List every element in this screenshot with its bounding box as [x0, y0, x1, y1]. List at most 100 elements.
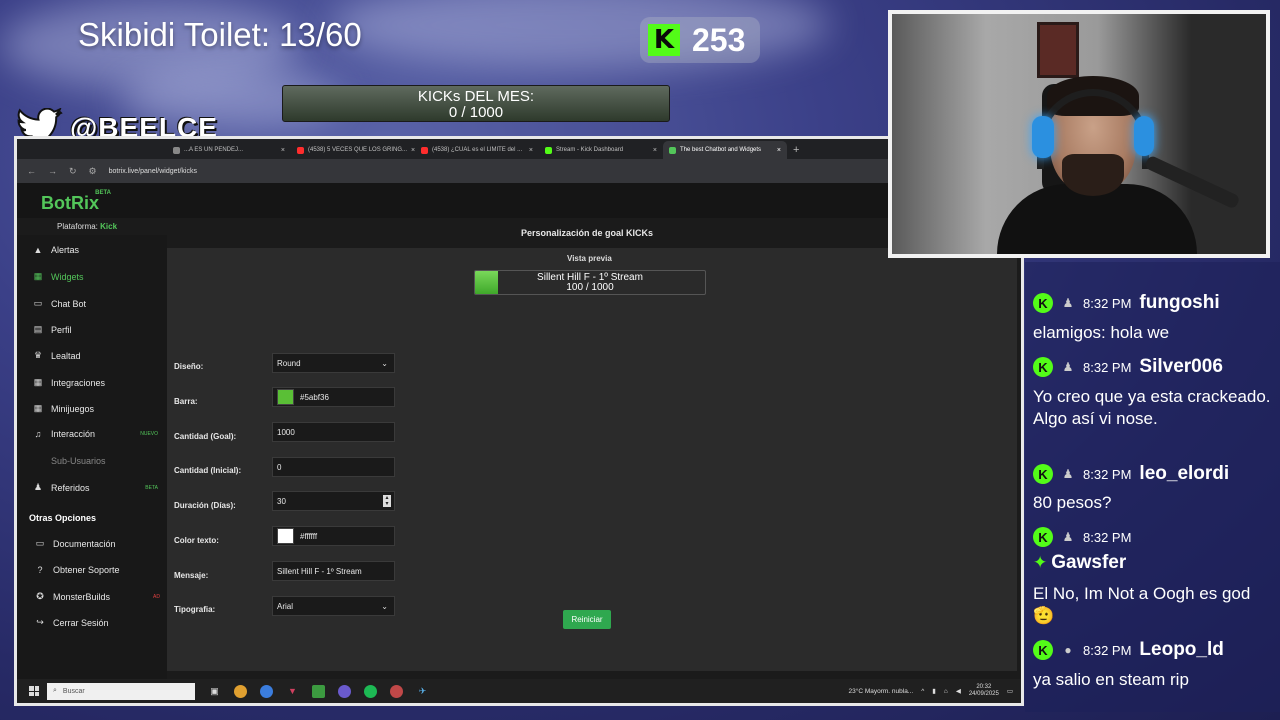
chat-username[interactable]: fungoshi	[1139, 292, 1219, 314]
sparkle-icon: ✦	[1033, 553, 1048, 572]
sidebar-item-soporte[interactable]: ? Obtener Soporte	[35, 565, 160, 575]
kick-badge-icon: K	[1033, 293, 1053, 313]
chat-username[interactable]: Silver006	[1139, 356, 1222, 378]
alert-icon: ▲	[33, 245, 43, 255]
close-icon[interactable]: ×	[529, 147, 533, 154]
mic-icon[interactable]: ▮	[932, 687, 936, 695]
stream-chat: K ♟ 8:32 PM fungoshi elamigos: hola we K…	[1025, 262, 1280, 712]
sidebar-item-documentacion[interactable]: ▭ Documentación	[35, 538, 160, 549]
music-note-icon: ♫	[34, 429, 42, 439]
close-icon[interactable]: ×	[281, 147, 285, 154]
task-view-icon[interactable]: ▣	[208, 685, 221, 698]
browser-tab[interactable]: ...A ES UN PENDEJ... ×	[167, 141, 291, 159]
design-select[interactable]: Round ⌄	[272, 353, 395, 373]
browser-tab-active[interactable]: The best Chatbot and Widgets ×	[663, 141, 787, 159]
sidebar-item-integraciones[interactable]: ▦ Integraciones	[33, 377, 158, 388]
notifications-icon[interactable]: ▭	[1007, 687, 1013, 695]
number-stepper-icon[interactable]: ▴ ▾	[383, 495, 391, 507]
chat-icon: ▭	[33, 298, 43, 308]
stream-counter-title: Skibidi Toilet: 13/60	[78, 16, 362, 53]
chat-username[interactable]: Gawsfer	[1051, 552, 1126, 573]
duration-input[interactable]: 30 ▴ ▾	[272, 491, 395, 511]
user-icon: ♟	[1062, 296, 1074, 310]
kick-logo-icon: K	[648, 24, 680, 56]
initial-amount-input[interactable]: 0	[272, 457, 395, 477]
volume-icon[interactable]: ◀	[956, 687, 961, 695]
design-label: Diseño:	[174, 362, 204, 371]
streamer-webcam	[888, 10, 1270, 258]
text-color-label: Color texto:	[174, 536, 219, 545]
windows-taskbar: ⌕ Buscar ▣ ▼ ✈ 23°C Mayorm. nubla... ^ ▮ …	[17, 679, 1021, 703]
logout-icon: ↪	[36, 617, 44, 627]
goal-title: KICKs DEL MES:	[417, 88, 535, 105]
windows-start-icon[interactable]	[29, 686, 39, 696]
sidebar-item-widgets[interactable]: ▦ Widgets	[33, 271, 158, 282]
obs-icon[interactable]	[390, 684, 403, 698]
youtube-favicon-icon	[297, 146, 304, 154]
message-label: Mensaje:	[174, 571, 209, 580]
close-icon[interactable]: ×	[777, 147, 781, 154]
sidebar-item-minijuegos[interactable]: ▦ Minijuegos	[33, 403, 158, 414]
bar-color-field[interactable]: #5abf36	[272, 387, 395, 407]
trophy-icon: ♛	[33, 350, 43, 360]
weather-widget[interactable]: 23°C Mayorm. nubla...	[848, 688, 913, 695]
goal-amount-input[interactable]: 1000	[272, 422, 395, 442]
sidebar-item-interaccion[interactable]: ♫ Interacción NUEVO	[33, 429, 158, 439]
font-label: Tipografia:	[174, 605, 216, 614]
chrome-icon[interactable]	[234, 684, 247, 698]
sidebar-item-lealtad[interactable]: ♛ Lealtad	[33, 350, 158, 361]
back-icon[interactable]: ←	[27, 166, 36, 176]
kick-favicon-icon	[545, 146, 552, 154]
sidebar-item-chat-bot[interactable]: ▭ Chat Bot	[33, 298, 158, 309]
text-color-swatch[interactable]	[277, 528, 294, 544]
close-icon[interactable]: ×	[653, 147, 657, 154]
reload-icon[interactable]: ↻	[69, 166, 77, 177]
message-input[interactable]: Sillent Hill F - 1º Stream	[272, 561, 395, 581]
taskbar-search[interactable]: ⌕ Buscar	[47, 682, 195, 700]
reset-button[interactable]: Reiniciar	[563, 610, 611, 629]
new-tab-button[interactable]: +	[793, 141, 799, 159]
sidebar-item-monsterbuilds[interactable]: ✪ MonsterBuilds AD	[35, 591, 160, 602]
url-field[interactable]: botrix.live/panel/widget/kicks	[109, 168, 197, 175]
sidebar-item-perfil[interactable]: ▤ Perfil	[33, 324, 158, 335]
chat-message-header: K ♟ 8:32 PM fungoshi	[1033, 292, 1220, 314]
browser-tab[interactable]: (4538) ¿CUAL es el LIMITE del ... ×	[415, 141, 539, 159]
sidebar-item-referidos[interactable]: ♟ Referidos BETA	[33, 482, 158, 493]
sidebar-item-cerrar-sesion[interactable]: ↪ Cerrar Sesión	[35, 617, 160, 628]
youtube-favicon-icon	[421, 146, 428, 154]
chat-username[interactable]: Leopo_ld	[1139, 639, 1223, 661]
discord-icon[interactable]	[338, 684, 351, 698]
sidebar-item-alertas[interactable]: ▲ Alertas	[33, 245, 158, 255]
goal-preview-bar: Sillent Hill F - 1º Stream 100 / 1000	[474, 270, 706, 295]
headset-earcup-left	[1032, 116, 1054, 158]
network-icon[interactable]: ⌂	[944, 688, 948, 695]
chat-message-header: K ♟ 8:32 PM Silver006	[1033, 356, 1223, 378]
steam-icon[interactable]: ✈	[416, 685, 429, 698]
referrals-icon: ♟	[33, 482, 43, 492]
botrix-logo[interactable]: BotRix BETA	[41, 190, 111, 214]
browser-tab[interactable]: (4538) 5 VECES QUE LOS GRING... ×	[291, 141, 415, 159]
headset-earcup-right	[1134, 116, 1154, 156]
tray-chevron-icon[interactable]: ^	[921, 688, 924, 695]
font-select[interactable]: Arial ⌄	[272, 596, 395, 616]
other-options-heading: Otras Opciones	[29, 513, 97, 523]
goal-amount-label: Cantidad (Goal):	[174, 432, 237, 441]
chat-message-text: ya salio en steam rip	[1033, 670, 1189, 689]
spotify-icon[interactable]	[364, 684, 377, 698]
app-icon[interactable]	[312, 684, 325, 698]
forward-icon[interactable]: →	[48, 166, 57, 176]
game-app-icon[interactable]: ▼	[286, 685, 299, 698]
goal-value: 0 / 1000	[448, 104, 504, 121]
profile-icon: ▤	[33, 324, 43, 334]
browser-tab[interactable]: Stream - Kick Dashboard ×	[539, 141, 663, 159]
text-color-field[interactable]: #ffffff	[272, 526, 395, 546]
chat-username[interactable]: leo_elordi	[1139, 463, 1229, 485]
kick-follower-counter: K 253	[640, 17, 760, 63]
address-bar: ← → ↻ ⚙ botrix.live/panel/widget/kicks	[17, 159, 1021, 183]
bar-color-swatch[interactable]	[277, 389, 294, 405]
sidebar-item-sub-usuarios[interactable]: Sub-Usuarios	[33, 456, 158, 466]
app-icon[interactable]	[260, 684, 273, 698]
system-clock[interactable]: 20:32 24/09/2025	[969, 684, 999, 698]
ad-badge: AD	[153, 593, 160, 600]
site-info-icon[interactable]: ⚙	[89, 166, 97, 177]
